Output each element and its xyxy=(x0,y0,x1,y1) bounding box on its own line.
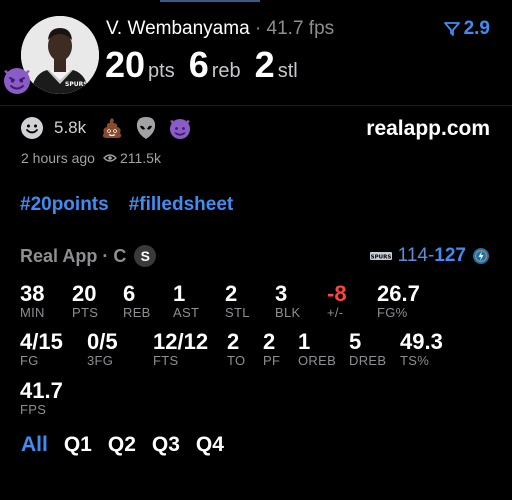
tab-all[interactable]: All xyxy=(21,433,48,457)
headline-stl-label: stl xyxy=(277,60,298,82)
tab-q4[interactable]: Q4 xyxy=(196,433,224,457)
filter-icon xyxy=(443,22,460,36)
stat-value: 2 xyxy=(263,329,276,354)
headline-pts-label: pts xyxy=(148,60,175,82)
thunder-logo-icon xyxy=(473,248,489,264)
player-name[interactable]: V. Wembanyama xyxy=(106,18,250,39)
reactions-bar: 5.8k xyxy=(20,116,192,140)
stat-min: 38 MIN xyxy=(20,282,45,320)
stat-value: -8 xyxy=(327,281,347,306)
stat-fts: 12/12 FTS xyxy=(153,330,208,368)
devil-emoji-icon[interactable] xyxy=(168,116,192,140)
stat-label: STL xyxy=(225,305,250,320)
stat-label: TO xyxy=(227,353,246,368)
stat-label: FG% xyxy=(377,305,408,320)
stat-fg: 4/15 FG xyxy=(20,330,63,368)
post-time: 2 hours ago xyxy=(21,150,95,166)
stat-label: MIN xyxy=(20,305,45,320)
stat-value: 12/12 xyxy=(153,329,209,354)
game-score[interactable]: SPURS 114-127 xyxy=(369,245,490,267)
stat-label: 3FG xyxy=(87,353,114,368)
view-count: 211.5k xyxy=(119,150,161,166)
post-meta: 2 hours ago 211.5k xyxy=(21,150,161,166)
stat-ts-pct: 49.3 TS% xyxy=(400,330,443,368)
svg-text:SPURS: SPURS xyxy=(65,81,88,88)
stat-value: 2 xyxy=(225,281,238,306)
score-home: 114 xyxy=(397,245,428,266)
stat-reb: 6 REB xyxy=(123,282,151,320)
stat-stl: 2 STL xyxy=(225,282,250,320)
game-title: Real App · C S xyxy=(20,245,157,267)
score-away: 127 xyxy=(434,245,466,266)
headline-reb-value: 6 xyxy=(188,44,209,85)
stat-value: 38 xyxy=(20,281,45,306)
hashtag-20points[interactable]: #20points xyxy=(20,194,109,216)
stat-value: 5 xyxy=(349,329,362,354)
headline-pts-value: 20 xyxy=(105,44,146,85)
headline-stl-value: 2 xyxy=(254,44,275,85)
stat-fg-pct: 26.7 FG% xyxy=(377,282,420,320)
stat-oreb: 1 OREB xyxy=(298,330,336,368)
stat-3fg: 0/5 3FG xyxy=(87,330,118,368)
league-position-label: Real App · C xyxy=(20,245,127,266)
stat-ast: 1 AST xyxy=(173,282,199,320)
svg-text:SPURS: SPURS xyxy=(370,255,391,261)
stat-value: 1 xyxy=(298,329,311,354)
stat-value: 49.3 xyxy=(400,329,443,354)
reaction-count: 5.8k xyxy=(54,118,87,137)
eye-icon xyxy=(103,154,117,162)
stat-label: +/- xyxy=(327,305,344,320)
quarter-tabs: All Q1 Q2 Q3 Q4 xyxy=(21,433,224,457)
stat-dreb: 5 DREB xyxy=(349,330,386,368)
stat-pts: 20 PTS xyxy=(72,282,98,320)
header-divider xyxy=(0,105,512,106)
stat-to: 2 TO xyxy=(227,330,245,368)
stat-label: TS% xyxy=(400,353,430,368)
headline-stats: 20 pts 6 reb 2 stl xyxy=(105,44,312,86)
stat-value: 6 xyxy=(123,281,136,306)
stat-blk: 3 BLK xyxy=(275,282,300,320)
separator-dot: · xyxy=(249,18,267,39)
rating-button[interactable]: 2.9 xyxy=(443,18,490,40)
tab-q1[interactable]: Q1 xyxy=(64,433,92,457)
stat-value: 20 xyxy=(72,281,97,306)
devil-emoji-badge-icon xyxy=(0,62,34,96)
hashtags: #20points #filledsheet xyxy=(20,194,233,216)
stat-value: 4/15 xyxy=(20,329,63,354)
stat-label: BLK xyxy=(275,305,301,320)
hashtag-filledsheet[interactable]: #filledsheet xyxy=(129,194,234,216)
stat-label: DREB xyxy=(349,353,387,368)
player-line: V. Wembanyama · 41.7 fps xyxy=(106,18,334,40)
stat-label: FPS xyxy=(20,402,47,417)
stat-value: 3 xyxy=(275,281,288,306)
rating-value: 2.9 xyxy=(463,18,490,39)
spurs-logo-icon: SPURS xyxy=(369,252,392,261)
stat-fps: 41.7 FPS xyxy=(20,379,63,417)
alien-emoji-icon[interactable] xyxy=(134,116,158,140)
tab-q2[interactable]: Q2 xyxy=(108,433,136,457)
stat-value: 2 xyxy=(227,329,240,354)
site-link[interactable]: realapp.com xyxy=(366,117,490,141)
stat-value: 41.7 xyxy=(20,378,63,403)
post-header: SPURS V. Wembanyama · 41.7 fps 20 pts 6 reb… xyxy=(0,0,512,100)
stat-label: AST xyxy=(173,305,200,320)
stat-label: PF xyxy=(263,353,281,368)
stat-label: PTS xyxy=(72,305,99,320)
tab-q3[interactable]: Q3 xyxy=(152,433,180,457)
stat-value: 26.7 xyxy=(377,281,420,306)
stat-value: 1 xyxy=(173,281,186,306)
stat-value: 0/5 xyxy=(87,329,118,354)
stat-pf: 2 PF xyxy=(263,330,280,368)
stat-label: FTS xyxy=(153,353,179,368)
stat-label: REB xyxy=(123,305,151,320)
player-fps: 41.7 fps xyxy=(266,18,335,39)
poop-emoji-icon[interactable] xyxy=(100,116,124,140)
views-group: 211.5k xyxy=(103,150,161,166)
headline-reb-label: reb xyxy=(211,60,241,82)
starter-badge: S xyxy=(134,245,157,267)
stat-label: OREB xyxy=(298,353,337,368)
stat-label: FG xyxy=(20,353,39,368)
smile-emoji-icon[interactable] xyxy=(20,116,44,140)
stat-plus-minus: -8 +/- xyxy=(327,282,347,320)
